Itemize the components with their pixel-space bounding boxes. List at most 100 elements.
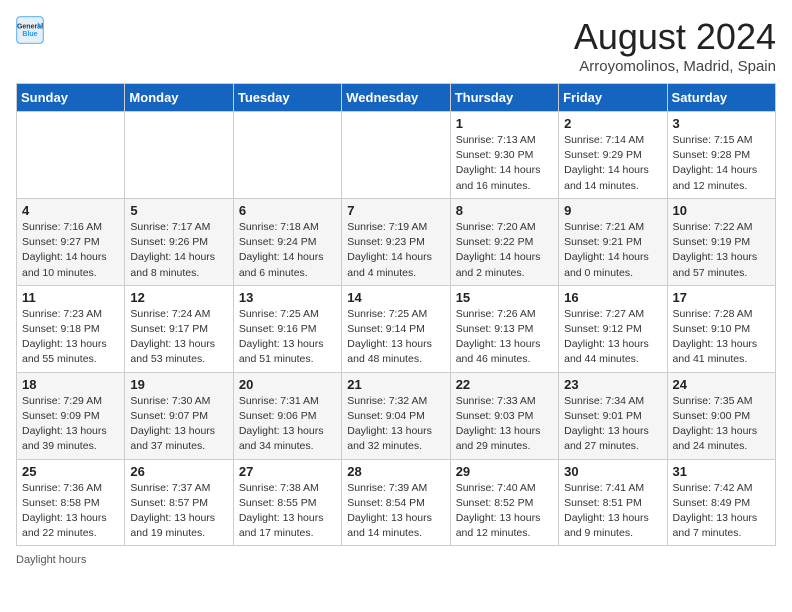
calendar-cell: 12Sunrise: 7:24 AM Sunset: 9:17 PM Dayli… xyxy=(125,285,233,372)
day-number: 21 xyxy=(347,377,444,392)
day-info: Sunrise: 7:37 AM Sunset: 8:57 PM Dayligh… xyxy=(130,481,227,542)
day-info: Sunrise: 7:14 AM Sunset: 9:29 PM Dayligh… xyxy=(564,133,661,194)
day-number: 20 xyxy=(239,377,336,392)
calendar-cell: 2 Sunrise: 7:14 AM Sunset: 9:29 PM Daylig… xyxy=(559,112,667,199)
calendar-day-header: Saturday xyxy=(667,84,775,112)
day-number: 6 xyxy=(239,203,336,218)
day-info: Sunrise: 7:32 AM Sunset: 9:04 PM Dayligh… xyxy=(347,394,444,455)
day-info: Sunrise: 7:40 AM Sunset: 8:52 PM Dayligh… xyxy=(456,481,553,542)
calendar-table: SundayMondayTuesdayWednesdayThursdayFrid… xyxy=(16,83,776,546)
calendar-cell: 6 Sunrise: 7:18 AM Sunset: 9:24 PM Daylig… xyxy=(233,198,341,285)
calendar-cell xyxy=(125,112,233,199)
day-number: 15 xyxy=(456,290,553,305)
page-header: General Blue August 2024 Arroyomolinos, … xyxy=(16,16,776,75)
month-title: August 2024 xyxy=(574,16,776,58)
day-number: 12 xyxy=(130,290,227,305)
calendar-week-row: 11Sunrise: 7:23 AM Sunset: 9:18 PM Dayli… xyxy=(17,285,776,372)
day-info: Sunrise: 7:30 AM Sunset: 9:07 PM Dayligh… xyxy=(130,394,227,455)
day-info: Sunrise: 7:41 AM Sunset: 8:51 PM Dayligh… xyxy=(564,481,661,542)
calendar-week-row: 18Sunrise: 7:29 AM Sunset: 9:09 PM Dayli… xyxy=(17,372,776,459)
day-number: 8 xyxy=(456,203,553,218)
location: Arroyomolinos, Madrid, Spain xyxy=(574,58,776,75)
day-info: Sunrise: 7:35 AM Sunset: 9:00 PM Dayligh… xyxy=(673,394,770,455)
calendar-day-header: Monday xyxy=(125,84,233,112)
day-info: Sunrise: 7:34 AM Sunset: 9:01 PM Dayligh… xyxy=(564,394,661,455)
calendar-cell: 14Sunrise: 7:25 AM Sunset: 9:14 PM Dayli… xyxy=(342,285,450,372)
calendar-cell: 27Sunrise: 7:38 AM Sunset: 8:55 PM Dayli… xyxy=(233,459,341,546)
day-number: 4 xyxy=(22,203,119,218)
day-info: Sunrise: 7:15 AM Sunset: 9:28 PM Dayligh… xyxy=(673,133,770,194)
day-info: Sunrise: 7:25 AM Sunset: 9:16 PM Dayligh… xyxy=(239,307,336,368)
day-info: Sunrise: 7:27 AM Sunset: 9:12 PM Dayligh… xyxy=(564,307,661,368)
day-info: Sunrise: 7:39 AM Sunset: 8:54 PM Dayligh… xyxy=(347,481,444,542)
day-info: Sunrise: 7:16 AM Sunset: 9:27 PM Dayligh… xyxy=(22,220,119,281)
day-info: Sunrise: 7:18 AM Sunset: 9:24 PM Dayligh… xyxy=(239,220,336,281)
day-number: 24 xyxy=(673,377,770,392)
day-number: 27 xyxy=(239,464,336,479)
day-info: Sunrise: 7:42 AM Sunset: 8:49 PM Dayligh… xyxy=(673,481,770,542)
calendar-cell: 10 Sunrise: 7:22 AM Sunset: 9:19 PM Dayli… xyxy=(667,198,775,285)
calendar-cell: 24 Sunrise: 7:35 AM Sunset: 9:00 PM Dayli… xyxy=(667,372,775,459)
day-number: 19 xyxy=(130,377,227,392)
calendar-week-row: 4 Sunrise: 7:16 AM Sunset: 9:27 PM Daylig… xyxy=(17,198,776,285)
day-number: 14 xyxy=(347,290,444,305)
calendar-cell: 15 Sunrise: 7:26 AM Sunset: 9:13 PM Dayli… xyxy=(450,285,558,372)
calendar-cell: 17Sunrise: 7:28 AM Sunset: 9:10 PM Dayli… xyxy=(667,285,775,372)
day-info: Sunrise: 7:13 AM Sunset: 9:30 PM Dayligh… xyxy=(456,133,553,194)
calendar-cell: 7 Sunrise: 7:19 AM Sunset: 9:23 PM Daylig… xyxy=(342,198,450,285)
calendar-cell: 22Sunrise: 7:33 AM Sunset: 9:03 PM Dayli… xyxy=(450,372,558,459)
calendar-cell: 30 Sunrise: 7:41 AM Sunset: 8:51 PM Dayli… xyxy=(559,459,667,546)
calendar-cell: 5 Sunrise: 7:17 AM Sunset: 9:26 PM Daylig… xyxy=(125,198,233,285)
day-info: Sunrise: 7:33 AM Sunset: 9:03 PM Dayligh… xyxy=(456,394,553,455)
calendar-day-header: Wednesday xyxy=(342,84,450,112)
calendar-cell: 11Sunrise: 7:23 AM Sunset: 9:18 PM Dayli… xyxy=(17,285,125,372)
calendar-cell: 28 Sunrise: 7:39 AM Sunset: 8:54 PM Dayli… xyxy=(342,459,450,546)
day-info: Sunrise: 7:23 AM Sunset: 9:18 PM Dayligh… xyxy=(22,307,119,368)
calendar-week-row: 1 Sunrise: 7:13 AM Sunset: 9:30 PM Daylig… xyxy=(17,112,776,199)
day-info: Sunrise: 7:20 AM Sunset: 9:22 PM Dayligh… xyxy=(456,220,553,281)
calendar-cell: 20Sunrise: 7:31 AM Sunset: 9:06 PM Dayli… xyxy=(233,372,341,459)
calendar-cell: 18Sunrise: 7:29 AM Sunset: 9:09 PM Dayli… xyxy=(17,372,125,459)
day-number: 23 xyxy=(564,377,661,392)
calendar-cell: 23 Sunrise: 7:34 AM Sunset: 9:01 PM Dayli… xyxy=(559,372,667,459)
calendar-cell: 19 Sunrise: 7:30 AM Sunset: 9:07 PM Dayli… xyxy=(125,372,233,459)
logo-icon: General Blue xyxy=(16,16,44,44)
day-number: 2 xyxy=(564,116,661,131)
day-number: 26 xyxy=(130,464,227,479)
calendar-cell xyxy=(342,112,450,199)
day-number: 30 xyxy=(564,464,661,479)
day-number: 7 xyxy=(347,203,444,218)
day-number: 10 xyxy=(673,203,770,218)
day-number: 18 xyxy=(22,377,119,392)
day-info: Sunrise: 7:19 AM Sunset: 9:23 PM Dayligh… xyxy=(347,220,444,281)
calendar-week-row: 25 Sunrise: 7:36 AM Sunset: 8:58 PM Dayli… xyxy=(17,459,776,546)
day-info: Sunrise: 7:36 AM Sunset: 8:58 PM Dayligh… xyxy=(22,481,119,542)
day-number: 29 xyxy=(456,464,553,479)
calendar-cell: 29 Sunrise: 7:40 AM Sunset: 8:52 PM Dayli… xyxy=(450,459,558,546)
svg-text:Blue: Blue xyxy=(22,31,37,38)
day-number: 1 xyxy=(456,116,553,131)
day-info: Sunrise: 7:26 AM Sunset: 9:13 PM Dayligh… xyxy=(456,307,553,368)
day-number: 3 xyxy=(673,116,770,131)
calendar-cell: 8 Sunrise: 7:20 AM Sunset: 9:22 PM Daylig… xyxy=(450,198,558,285)
calendar-cell: 31Sunrise: 7:42 AM Sunset: 8:49 PM Dayli… xyxy=(667,459,775,546)
calendar-cell: 13Sunrise: 7:25 AM Sunset: 9:16 PM Dayli… xyxy=(233,285,341,372)
calendar-cell: 9 Sunrise: 7:21 AM Sunset: 9:21 PM Daylig… xyxy=(559,198,667,285)
day-info: Sunrise: 7:17 AM Sunset: 9:26 PM Dayligh… xyxy=(130,220,227,281)
logo: General Blue xyxy=(16,16,44,44)
day-number: 5 xyxy=(130,203,227,218)
calendar-cell: 21 Sunrise: 7:32 AM Sunset: 9:04 PM Dayli… xyxy=(342,372,450,459)
calendar-cell: 26 Sunrise: 7:37 AM Sunset: 8:57 PM Dayli… xyxy=(125,459,233,546)
calendar-day-header: Tuesday xyxy=(233,84,341,112)
day-number: 25 xyxy=(22,464,119,479)
calendar-cell: 4 Sunrise: 7:16 AM Sunset: 9:27 PM Daylig… xyxy=(17,198,125,285)
calendar-cell: 25 Sunrise: 7:36 AM Sunset: 8:58 PM Dayli… xyxy=(17,459,125,546)
day-number: 28 xyxy=(347,464,444,479)
calendar-cell xyxy=(233,112,341,199)
calendar-cell: 1 Sunrise: 7:13 AM Sunset: 9:30 PM Daylig… xyxy=(450,112,558,199)
day-number: 9 xyxy=(564,203,661,218)
calendar-cell: 3 Sunrise: 7:15 AM Sunset: 9:28 PM Daylig… xyxy=(667,112,775,199)
day-info: Sunrise: 7:22 AM Sunset: 9:19 PM Dayligh… xyxy=(673,220,770,281)
day-info: Sunrise: 7:21 AM Sunset: 9:21 PM Dayligh… xyxy=(564,220,661,281)
calendar-day-header: Thursday xyxy=(450,84,558,112)
